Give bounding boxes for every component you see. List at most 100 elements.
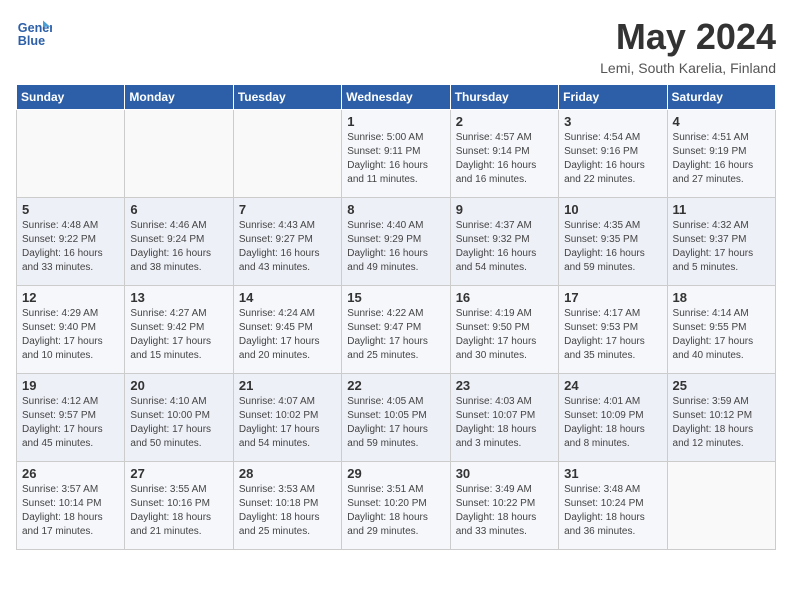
weekday-friday: Friday — [559, 85, 667, 110]
day-number: 18 — [673, 290, 770, 305]
logo-icon: General Blue — [16, 16, 52, 52]
day-info: Sunrise: 4:48 AM Sunset: 9:22 PM Dayligh… — [22, 219, 119, 275]
day-number: 10 — [564, 202, 661, 217]
day-info: Sunrise: 4:10 AM Sunset: 10:00 PM Daylig… — [130, 395, 227, 451]
day-info: Sunrise: 4:40 AM Sunset: 9:29 PM Dayligh… — [347, 219, 444, 275]
day-info: Sunrise: 4:01 AM Sunset: 10:09 PM Daylig… — [564, 395, 661, 451]
weekday-sunday: Sunday — [17, 85, 125, 110]
weekday-tuesday: Tuesday — [233, 85, 341, 110]
day-number: 28 — [239, 466, 336, 481]
calendar-body: 1 Sunrise: 5:00 AM Sunset: 9:11 PM Daylig… — [17, 110, 776, 550]
day-number: 21 — [239, 378, 336, 393]
logo: General Blue General Blue — [16, 16, 52, 52]
day-number: 12 — [22, 290, 119, 305]
day-cell — [125, 110, 233, 198]
day-cell: 26Sunrise: 3:57 AM Sunset: 10:14 PM Dayl… — [17, 462, 125, 550]
day-cell: 17 Sunrise: 4:17 AM Sunset: 9:53 PM Dayli… — [559, 286, 667, 374]
day-cell: 31 Sunrise: 3:48 AM Sunset: 10:24 PM Dayl… — [559, 462, 667, 550]
day-cell: 11 Sunrise: 4:32 AM Sunset: 9:37 PM Dayli… — [667, 198, 775, 286]
day-number: 17 — [564, 290, 661, 305]
day-cell: 7Sunrise: 4:43 AM Sunset: 9:27 PM Daylig… — [233, 198, 341, 286]
weekday-monday: Monday — [125, 85, 233, 110]
day-info: Sunrise: 4:03 AM Sunset: 10:07 PM Daylig… — [456, 395, 553, 451]
day-info: Sunrise: 3:59 AM Sunset: 10:12 PM Daylig… — [673, 395, 770, 451]
weekday-header-row: SundayMondayTuesdayWednesdayThursdayFrid… — [17, 85, 776, 110]
day-info: Sunrise: 4:37 AM Sunset: 9:32 PM Dayligh… — [456, 219, 553, 275]
day-cell: 4 Sunrise: 4:51 AM Sunset: 9:19 PM Daylig… — [667, 110, 775, 198]
day-info: Sunrise: 5:00 AM Sunset: 9:11 PM Dayligh… — [347, 131, 444, 187]
day-cell — [233, 110, 341, 198]
weekday-thursday: Thursday — [450, 85, 558, 110]
location-subtitle: Lemi, South Karelia, Finland — [600, 60, 776, 76]
day-cell: 14 Sunrise: 4:24 AM Sunset: 9:45 PM Dayli… — [233, 286, 341, 374]
day-number: 2 — [456, 114, 553, 129]
day-number: 31 — [564, 466, 661, 481]
day-info: Sunrise: 4:57 AM Sunset: 9:14 PM Dayligh… — [456, 131, 553, 187]
day-number: 22 — [347, 378, 444, 393]
day-cell: 28 Sunrise: 3:53 AM Sunset: 10:18 PM Dayl… — [233, 462, 341, 550]
day-cell: 21 Sunrise: 4:07 AM Sunset: 10:02 PM Dayl… — [233, 374, 341, 462]
day-cell — [17, 110, 125, 198]
day-info: Sunrise: 4:17 AM Sunset: 9:53 PM Dayligh… — [564, 307, 661, 363]
day-number: 5 — [22, 202, 119, 217]
day-info: Sunrise: 4:19 AM Sunset: 9:50 PM Dayligh… — [456, 307, 553, 363]
calendar-table: SundayMondayTuesdayWednesdayThursdayFrid… — [16, 84, 776, 550]
day-number: 4 — [673, 114, 770, 129]
day-info: Sunrise: 4:12 AM Sunset: 9:57 PM Dayligh… — [22, 395, 119, 451]
day-number: 15 — [347, 290, 444, 305]
day-cell: 10Sunrise: 4:35 AM Sunset: 9:35 PM Dayli… — [559, 198, 667, 286]
day-cell: 1 Sunrise: 5:00 AM Sunset: 9:11 PM Daylig… — [342, 110, 450, 198]
day-cell: 30Sunrise: 3:49 AM Sunset: 10:22 PM Dayl… — [450, 462, 558, 550]
day-number: 11 — [673, 202, 770, 217]
day-cell: 19 Sunrise: 4:12 AM Sunset: 9:57 PM Dayli… — [17, 374, 125, 462]
day-number: 1 — [347, 114, 444, 129]
day-cell — [667, 462, 775, 550]
day-number: 24 — [564, 378, 661, 393]
day-cell: 22 Sunrise: 4:05 AM Sunset: 10:05 PM Dayl… — [342, 374, 450, 462]
day-cell: 3 Sunrise: 4:54 AM Sunset: 9:16 PM Daylig… — [559, 110, 667, 198]
page-header: General Blue General Blue May 2024 Lemi,… — [16, 16, 776, 76]
day-number: 29 — [347, 466, 444, 481]
weekday-saturday: Saturday — [667, 85, 775, 110]
day-info: Sunrise: 4:32 AM Sunset: 9:37 PM Dayligh… — [673, 219, 770, 275]
day-info: Sunrise: 4:54 AM Sunset: 9:16 PM Dayligh… — [564, 131, 661, 187]
day-cell: 15Sunrise: 4:22 AM Sunset: 9:47 PM Dayli… — [342, 286, 450, 374]
day-number: 9 — [456, 202, 553, 217]
day-number: 13 — [130, 290, 227, 305]
day-cell: 23Sunrise: 4:03 AM Sunset: 10:07 PM Dayl… — [450, 374, 558, 462]
day-cell: 20 Sunrise: 4:10 AM Sunset: 10:00 PM Dayl… — [125, 374, 233, 462]
day-info: Sunrise: 4:27 AM Sunset: 9:42 PM Dayligh… — [130, 307, 227, 363]
day-info: Sunrise: 4:07 AM Sunset: 10:02 PM Daylig… — [239, 395, 336, 451]
day-info: Sunrise: 4:24 AM Sunset: 9:45 PM Dayligh… — [239, 307, 336, 363]
day-number: 3 — [564, 114, 661, 129]
day-cell: 18Sunrise: 4:14 AM Sunset: 9:55 PM Dayli… — [667, 286, 775, 374]
day-info: Sunrise: 3:49 AM Sunset: 10:22 PM Daylig… — [456, 483, 553, 539]
day-number: 19 — [22, 378, 119, 393]
day-cell: 6Sunrise: 4:46 AM Sunset: 9:24 PM Daylig… — [125, 198, 233, 286]
day-number: 20 — [130, 378, 227, 393]
day-cell: 12 Sunrise: 4:29 AM Sunset: 9:40 PM Dayli… — [17, 286, 125, 374]
day-cell: 13 Sunrise: 4:27 AM Sunset: 9:42 PM Dayli… — [125, 286, 233, 374]
weekday-wednesday: Wednesday — [342, 85, 450, 110]
day-number: 8 — [347, 202, 444, 217]
day-cell: 9 Sunrise: 4:37 AM Sunset: 9:32 PM Daylig… — [450, 198, 558, 286]
day-info: Sunrise: 4:51 AM Sunset: 9:19 PM Dayligh… — [673, 131, 770, 187]
day-cell: 27 Sunrise: 3:55 AM Sunset: 10:16 PM Dayl… — [125, 462, 233, 550]
day-cell: 25Sunrise: 3:59 AM Sunset: 10:12 PM Dayl… — [667, 374, 775, 462]
month-title: May 2024 — [600, 16, 776, 58]
title-block: May 2024 Lemi, South Karelia, Finland — [600, 16, 776, 76]
day-cell: 16Sunrise: 4:19 AM Sunset: 9:50 PM Dayli… — [450, 286, 558, 374]
day-info: Sunrise: 4:29 AM Sunset: 9:40 PM Dayligh… — [22, 307, 119, 363]
day-info: Sunrise: 3:48 AM Sunset: 10:24 PM Daylig… — [564, 483, 661, 539]
day-cell: 24 Sunrise: 4:01 AM Sunset: 10:09 PM Dayl… — [559, 374, 667, 462]
day-info: Sunrise: 3:53 AM Sunset: 10:18 PM Daylig… — [239, 483, 336, 539]
day-info: Sunrise: 4:05 AM Sunset: 10:05 PM Daylig… — [347, 395, 444, 451]
week-row-5: 26Sunrise: 3:57 AM Sunset: 10:14 PM Dayl… — [17, 462, 776, 550]
week-row-2: 5 Sunrise: 4:48 AM Sunset: 9:22 PM Daylig… — [17, 198, 776, 286]
day-number: 27 — [130, 466, 227, 481]
day-info: Sunrise: 3:55 AM Sunset: 10:16 PM Daylig… — [130, 483, 227, 539]
week-row-1: 1 Sunrise: 5:00 AM Sunset: 9:11 PM Daylig… — [17, 110, 776, 198]
day-info: Sunrise: 3:57 AM Sunset: 10:14 PM Daylig… — [22, 483, 119, 539]
day-number: 14 — [239, 290, 336, 305]
day-info: Sunrise: 4:46 AM Sunset: 9:24 PM Dayligh… — [130, 219, 227, 275]
